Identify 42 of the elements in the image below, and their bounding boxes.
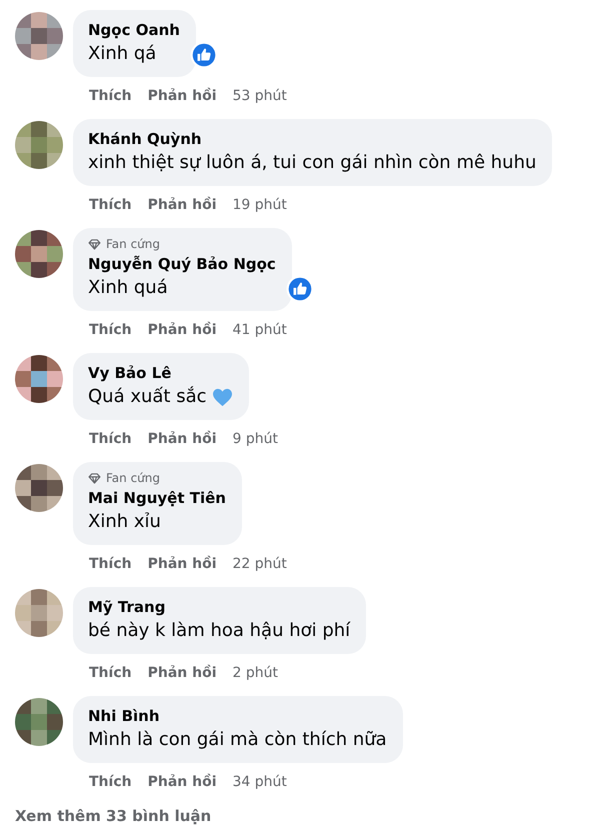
badge-label: Fan cứng — [106, 471, 160, 485]
comment-action-link[interactable]: Phản hồi — [148, 88, 216, 104]
commenter-name[interactable]: Khánh Quỳnh — [88, 128, 536, 150]
comment-time: 9 phút — [232, 431, 278, 447]
diamond-icon — [88, 238, 101, 250]
comment-action-link[interactable]: Thích — [89, 431, 132, 447]
more-comments-link[interactable]: Xem thêm 33 bình luận — [15, 807, 212, 825]
comment-action-link[interactable]: Thích — [89, 88, 132, 104]
comment-time: 22 phút — [232, 556, 287, 572]
like-icon[interactable] — [190, 41, 218, 69]
diamond-icon — [88, 472, 101, 484]
badge-label: Fan cứng — [106, 237, 160, 251]
comment-text: Xinh xỉu — [88, 510, 161, 534]
comment-action-link[interactable]: Phản hồi — [148, 556, 216, 572]
comment-text: Xinh qá — [88, 42, 156, 66]
comment-action-link[interactable]: Thích — [89, 322, 132, 338]
commenter-name[interactable]: Nguyễn Quý Bảo Ngọc — [88, 253, 276, 275]
comment-action-link[interactable]: Phản hồi — [148, 774, 216, 790]
comment-text: xinh thiệt sự luôn á, tui con gái nhìn còn mê huhu — [88, 151, 536, 175]
comment-text: Xinh quá — [88, 276, 168, 300]
commenter-name[interactable]: Mai Nguyệt Tiên — [88, 487, 226, 509]
comment-action-link[interactable]: Phản hồi — [148, 322, 216, 338]
comment-time: 2 phút — [232, 665, 278, 681]
comment-text: bé này k làm hoa hậu hơi phí — [88, 619, 350, 643]
commenter-name[interactable]: Ngọc Oanh — [88, 19, 180, 41]
comment-text: Quá xuất sắc — [88, 385, 207, 409]
comment-time: 41 phút — [232, 322, 287, 338]
comment-text: Mình là con gái mà còn thích nữa — [88, 728, 387, 752]
comment-action-link[interactable]: Thích — [89, 556, 132, 572]
comment-action-link[interactable]: Phản hồi — [148, 665, 216, 681]
commenter-name[interactable]: Vy Bảo Lê — [88, 362, 233, 384]
comment-action-link[interactable]: Phản hồi — [148, 431, 216, 447]
comment-time: 34 phút — [232, 774, 287, 790]
comment-action-link[interactable]: Phản hồi — [148, 197, 216, 213]
commenter-name[interactable]: Mỹ Trang — [88, 596, 350, 618]
comment-time: 53 phút — [232, 88, 287, 104]
comment-time: 19 phút — [232, 197, 287, 213]
like-icon[interactable] — [286, 275, 314, 303]
comment-action-link[interactable]: Thích — [89, 774, 132, 790]
commenter-name[interactable]: Nhi Bình — [88, 705, 387, 727]
comment-action-link[interactable]: Thích — [89, 197, 132, 213]
comment-action-link[interactable]: Thích — [89, 665, 132, 681]
